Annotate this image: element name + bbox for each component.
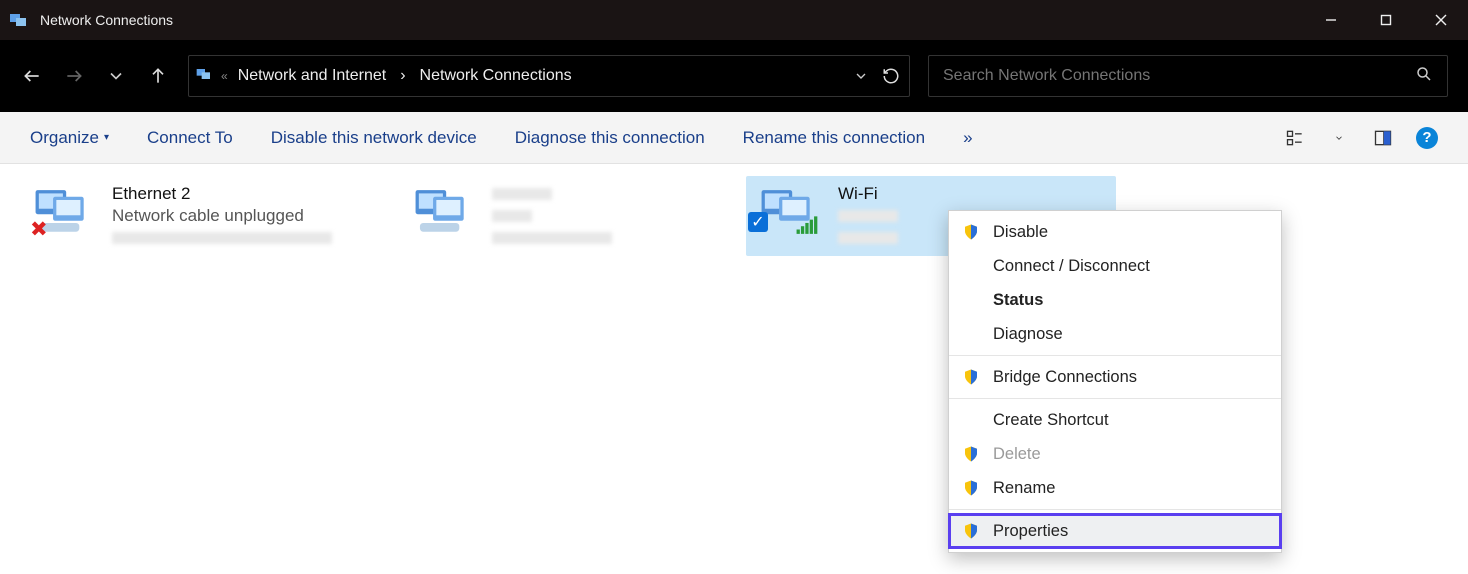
location-icon xyxy=(195,64,215,89)
selected-check-icon: ✓ xyxy=(748,212,768,232)
redacted-text xyxy=(838,210,898,222)
ethernet-icon xyxy=(26,184,102,240)
redacted-text xyxy=(492,232,612,244)
menu-status[interactable]: Status xyxy=(949,283,1281,317)
search-input[interactable] xyxy=(943,67,1415,85)
menu-rename[interactable]: Rename xyxy=(949,471,1281,505)
view-options-button[interactable] xyxy=(1284,127,1306,149)
close-button[interactable] xyxy=(1413,0,1468,40)
rename-button[interactable]: Rename this connection xyxy=(743,128,925,148)
search-box[interactable] xyxy=(928,55,1448,97)
menu-bridge[interactable]: Bridge Connections xyxy=(949,360,1281,394)
preview-pane-button[interactable] xyxy=(1372,127,1394,149)
menu-delete: Delete xyxy=(949,437,1281,471)
chevron-right-icon: › xyxy=(396,67,409,85)
address-dropdown[interactable] xyxy=(849,68,873,84)
network-icon xyxy=(406,184,482,240)
shield-icon xyxy=(961,367,981,387)
wifi-icon: ✓ xyxy=(752,184,828,240)
menu-separator xyxy=(949,398,1281,399)
titlebar: Network Connections xyxy=(0,0,1468,40)
back-button[interactable] xyxy=(20,64,44,88)
overflow-button[interactable]: » xyxy=(963,128,972,148)
address-bar[interactable]: « Network and Internet › Network Connect… xyxy=(188,55,910,97)
breadcrumb-parent[interactable]: Network and Internet xyxy=(234,67,391,85)
connection-name: Ethernet 2 xyxy=(112,184,332,204)
window-icon xyxy=(8,8,32,32)
menu-properties[interactable]: Properties xyxy=(949,514,1281,548)
window-title: Network Connections xyxy=(40,12,1303,28)
menu-separator xyxy=(949,509,1281,510)
connect-to-button[interactable]: Connect To xyxy=(147,128,233,148)
redacted-text xyxy=(838,232,898,244)
view-dropdown[interactable] xyxy=(1328,127,1350,149)
forward-button[interactable] xyxy=(62,64,86,88)
recent-dropdown[interactable] xyxy=(104,64,128,88)
menu-connect-disconnect[interactable]: Connect / Disconnect xyxy=(949,249,1281,283)
shield-icon xyxy=(961,222,981,242)
breadcrumb-current[interactable]: Network Connections xyxy=(416,67,576,85)
history-chevron-icon[interactable]: « xyxy=(221,69,228,83)
maximize-button[interactable] xyxy=(1358,0,1413,40)
navbar: « Network and Internet › Network Connect… xyxy=(0,40,1468,112)
connection-item[interactable] xyxy=(400,176,736,256)
menu-create-shortcut[interactable]: Create Shortcut xyxy=(949,403,1281,437)
menu-disable[interactable]: Disable xyxy=(949,215,1281,249)
connection-name: Wi-Fi xyxy=(838,184,898,204)
redacted-text xyxy=(492,188,552,200)
context-menu: Disable Connect / Disconnect Status Diag… xyxy=(948,210,1282,553)
connection-status: Network cable unplugged xyxy=(112,206,332,226)
shield-icon xyxy=(961,521,981,541)
shield-icon xyxy=(961,478,981,498)
command-bar: Organize▾ Connect To Disable this networ… xyxy=(0,112,1468,164)
shield-icon xyxy=(961,444,981,464)
menu-separator xyxy=(949,355,1281,356)
minimize-button[interactable] xyxy=(1303,0,1358,40)
organize-menu[interactable]: Organize▾ xyxy=(30,128,109,148)
menu-diagnose[interactable]: Diagnose xyxy=(949,317,1281,351)
connection-ethernet2[interactable]: Ethernet 2 Network cable unplugged xyxy=(20,176,390,256)
help-button[interactable]: ? xyxy=(1416,127,1438,149)
redacted-text xyxy=(112,232,332,244)
up-button[interactable] xyxy=(146,64,170,88)
disable-device-button[interactable]: Disable this network device xyxy=(271,128,477,148)
redacted-text xyxy=(492,210,532,222)
refresh-button[interactable] xyxy=(879,67,903,85)
diagnose-button[interactable]: Diagnose this connection xyxy=(515,128,705,148)
search-icon[interactable] xyxy=(1415,65,1433,88)
